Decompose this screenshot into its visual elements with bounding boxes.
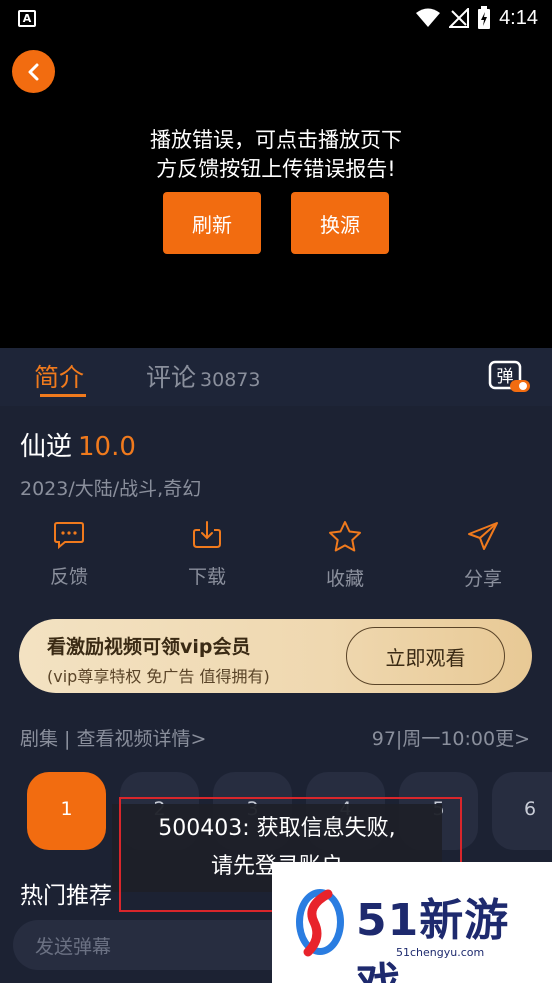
vip-title: 看激励视频可领vip会员 [47, 636, 251, 658]
error-message-line1: 播放错误，可点击播放页下 [150, 128, 402, 152]
episodes-update-info[interactable]: 97|周一10:00更> [372, 724, 530, 751]
status-bar: A 4:14 [0, 0, 552, 38]
brand-domain: 51chengyu.com [396, 946, 485, 959]
show-score: 10.0 [78, 432, 136, 462]
feedback-icon [54, 522, 84, 550]
episode-6[interactable]: 6 [492, 772, 552, 850]
show-meta: 2023/大陆/战斗,奇幻 [20, 478, 202, 500]
error-message: 播放错误，可点击播放页下 方反馈按钮上传错误报告! [0, 126, 552, 184]
tab-comments-label: 评论 [146, 363, 197, 392]
vip-banner[interactable]: 看激励视频可领vip会员 (vip尊享特权 免广告 值得拥有) 立即观看 [19, 619, 532, 693]
favorite-label: 收藏 [325, 568, 364, 590]
back-button[interactable] [12, 50, 55, 93]
error-message-line2: 方反馈按钮上传错误报告! [156, 157, 396, 181]
video-player[interactable]: 播放错误，可点击播放页下 方反馈按钮上传错误报告! 刷新 换源 [0, 38, 552, 348]
download-action[interactable]: 下载 [157, 520, 257, 589]
switch-source-button[interactable]: 换源 [291, 192, 389, 254]
refresh-button[interactable]: 刷新 [163, 192, 261, 254]
app-notification-icon: A [18, 10, 36, 27]
detail-tabs: 简介 评论 30873 弹 [0, 348, 552, 406]
download-label: 下载 [187, 566, 226, 588]
share-label: 分享 [463, 568, 502, 590]
episode-1[interactable]: 1 [27, 772, 106, 850]
danmu-toggle-icon[interactable]: 弹 [488, 360, 532, 394]
star-icon [329, 521, 361, 552]
episodes-header[interactable]: 剧集 | 查看视频详情> [20, 724, 206, 751]
watch-now-button[interactable]: 立即观看 [346, 627, 505, 685]
battery-charging-icon [478, 6, 491, 29]
danmu-input[interactable]: 发送弹幕 [13, 920, 303, 970]
download-icon [193, 521, 221, 548]
tab-intro[interactable]: 简介 [34, 358, 84, 394]
hot-recommend-title: 热门推荐 [20, 883, 112, 909]
comments-count: 30873 [200, 369, 261, 391]
feedback-label: 反馈 [49, 566, 88, 588]
signal-icon [449, 8, 470, 28]
wifi-icon [416, 8, 441, 27]
vip-subtitle: (vip尊享特权 免广告 值得拥有) [47, 667, 270, 686]
share-action[interactable]: 分享 [433, 520, 533, 591]
brand-logo-icon [296, 889, 344, 957]
tab-comments[interactable]: 评论 30873 [146, 358, 260, 394]
chevron-left-icon [28, 63, 38, 80]
brand-text: 51新游戏 [356, 895, 510, 983]
tab-indicator [40, 394, 86, 397]
show-title: 仙逆 10.0 [20, 426, 136, 463]
site-watermark: 51新游戏 51chengyu.com [272, 862, 552, 983]
favorite-action[interactable]: 收藏 [295, 520, 395, 591]
status-icons: 4:14 [415, 6, 538, 30]
clock: 4:14 [499, 6, 538, 29]
show-name: 仙逆 [20, 432, 73, 462]
share-icon [468, 522, 498, 550]
feedback-action[interactable]: 反馈 [19, 520, 119, 589]
